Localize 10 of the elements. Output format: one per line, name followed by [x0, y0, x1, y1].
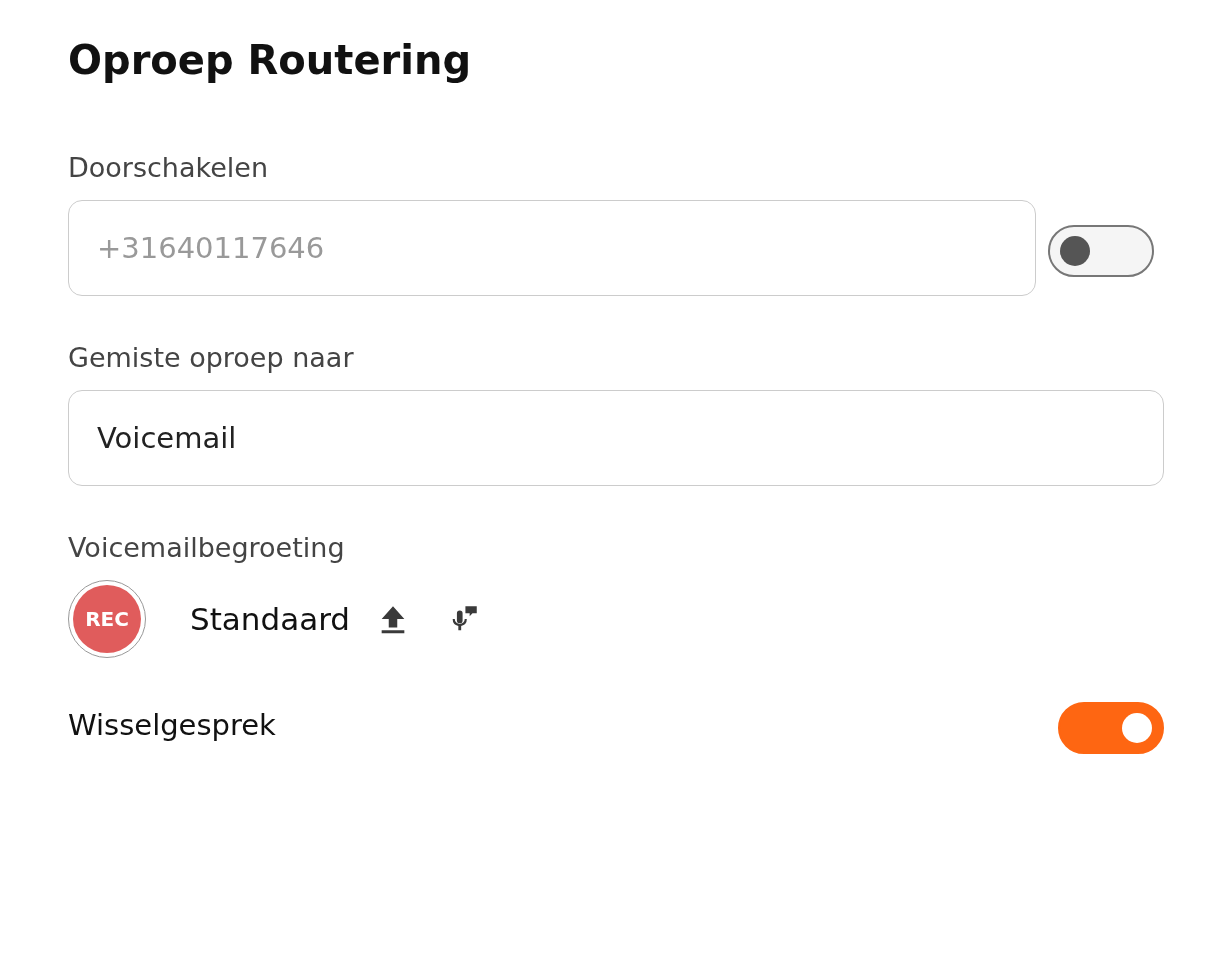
toggle-switch[interactable]	[1048, 225, 1154, 277]
field-label: Voicemailbegroeting	[68, 531, 346, 565]
toggle-switch[interactable]	[1058, 702, 1164, 754]
setting-label: Wisselgesprek	[68, 708, 276, 742]
greeting-name: Standaard	[190, 601, 351, 637]
select-field[interactable]: Voicemail	[68, 390, 1164, 486]
field-label: Gemiste oproep naar	[68, 341, 355, 375]
page-title: Oproep Routering	[68, 36, 473, 85]
field-label: Doorschakelen	[68, 151, 269, 185]
phone-input[interactable]: +31640117646	[68, 200, 1036, 296]
